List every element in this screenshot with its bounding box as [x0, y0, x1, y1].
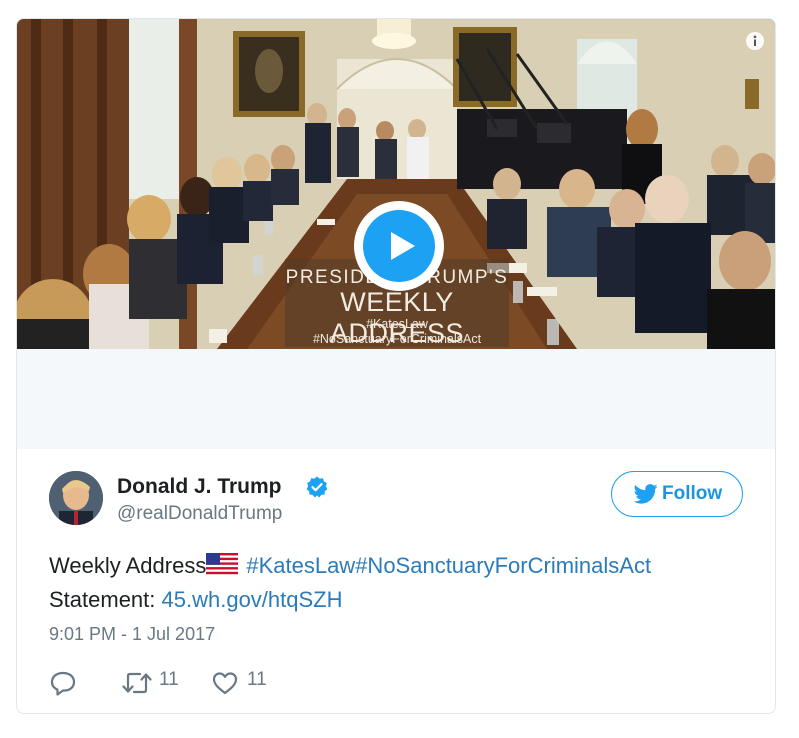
overlay-line-3: #KatesLaw: [366, 317, 428, 331]
overlay-line-4: #NoSanctuaryForCriminalsAct: [312, 332, 482, 346]
avatar[interactable]: [49, 471, 103, 525]
media-placeholder: [17, 349, 775, 449]
play-icon: [391, 232, 415, 260]
twitter-bird-icon: [634, 484, 658, 504]
tweet-timestamp[interactable]: 9:01 PM - 1 Jul 2017: [49, 624, 215, 645]
tweet-card: PRESIDENT TRUMP'S WEEKLY ADDRESS #KatesL…: [16, 18, 776, 714]
tweet-line-1: Weekly Address #KatesLaw#NoSanctuaryForC…: [49, 549, 749, 583]
tweet-line-2: Statement: 45.wh.gov/htqSZH: [49, 583, 749, 617]
tweet-hashtags-link[interactable]: #KatesLaw#NoSanctuaryForCriminalsAct: [246, 553, 651, 578]
retweet-button[interactable]: 11: [121, 667, 191, 697]
like-button[interactable]: 11: [211, 667, 281, 697]
tweet-statement-label: Statement:: [49, 587, 162, 612]
video-media[interactable]: PRESIDENT TRUMP'S WEEKLY ADDRESS #KatesL…: [17, 19, 775, 349]
avatar-image: [49, 471, 103, 525]
play-button-circle: [363, 210, 435, 282]
verified-badge-icon: [306, 476, 328, 498]
heart-icon: [212, 672, 238, 695]
tweet-body: Weekly Address #KatesLaw#NoSanctuaryForC…: [49, 549, 749, 617]
author-display-name[interactable]: Donald J. Trump: [117, 475, 282, 499]
reply-button[interactable]: [49, 667, 81, 697]
follow-button-label: Follow: [662, 483, 723, 504]
tweet-statement-link[interactable]: 45.wh.gov/htqSZH: [162, 587, 343, 612]
like-count: 11: [247, 669, 267, 690]
author-handle[interactable]: @realDonaldTrump: [117, 503, 282, 525]
info-icon[interactable]: [745, 31, 765, 51]
us-flag-icon: [206, 553, 239, 575]
play-button[interactable]: [354, 201, 444, 291]
reply-icon: [50, 671, 76, 696]
tweet-text-prefix: Weekly Address: [49, 553, 207, 578]
follow-button[interactable]: Follow: [611, 471, 743, 517]
retweet-icon: [122, 672, 152, 694]
retweet-count: 11: [159, 669, 179, 690]
